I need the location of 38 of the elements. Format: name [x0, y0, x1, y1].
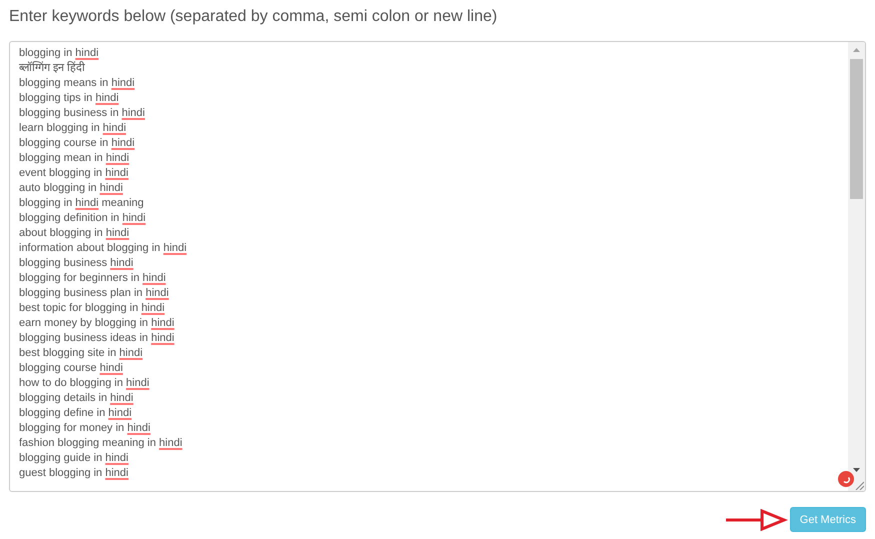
keyword-line: guest blogging in hindi	[19, 466, 128, 481]
scroll-down-icon[interactable]	[853, 468, 860, 472]
keyword-line: blogging business ideas in hindi	[19, 331, 174, 346]
keyword-line: blogging guide in hindi	[19, 451, 128, 466]
keyword-line: blogging tips in hindi	[19, 91, 119, 106]
keyword-line: best blogging site in hindi	[19, 346, 143, 361]
extension-badge-icon[interactable]	[838, 471, 854, 487]
scroll-thumb[interactable]	[850, 59, 863, 199]
keyword-line: information about blogging in hindi	[19, 241, 187, 256]
keyword-line: how to do blogging in hindi	[19, 376, 150, 391]
keyword-line: blogging in hindi meaning	[19, 196, 144, 211]
keyword-line: about blogging in hindi	[19, 226, 130, 241]
keyword-line: blogging for beginners in hindi	[19, 271, 166, 286]
keyword-line: blogging business plan in hindi	[19, 286, 169, 301]
keyword-line: auto blogging in hindi	[19, 181, 123, 196]
get-metrics-button[interactable]: Get Metrics	[790, 507, 866, 532]
keyword-line: best topic for blogging in hindi	[19, 301, 165, 316]
keyword-line: blogging for money in hindi	[19, 421, 150, 436]
keyword-line: blogging define in hindi	[19, 406, 132, 421]
arrow-icon	[726, 508, 788, 530]
keyword-line: ब्लॉग्गिंग इन हिंदी	[19, 61, 86, 76]
scrollbar[interactable]	[848, 42, 865, 491]
keyword-line: blogging business in hindi	[19, 106, 145, 121]
keyword-line: blogging course in hindi	[19, 136, 135, 151]
keyword-line: earn money by blogging in hindi	[19, 316, 174, 331]
keyword-line: fashion blogging meaning in hindi	[19, 436, 182, 451]
keyword-line: learn blogging in hindi	[19, 121, 126, 136]
resize-grip-icon[interactable]	[855, 481, 864, 490]
scroll-up-icon[interactable]	[853, 48, 860, 52]
instruction-text: Enter keywords below (separated by comma, semi colon or new line)	[9, 7, 498, 27]
keyword-line: blogging details in hindi	[19, 391, 134, 406]
keyword-line: blogging means in hindi	[19, 76, 135, 91]
keyword-line: event blogging in hindi	[19, 166, 128, 181]
keyword-line: blogging mean in hindi	[19, 151, 130, 166]
keyword-line: blogging business hindi	[19, 256, 134, 271]
keyword-line: blogging definition in hindi	[19, 211, 146, 226]
keyword-line: blogging course hindi	[19, 361, 123, 376]
keyword-line: blogging in hindi	[19, 46, 99, 61]
